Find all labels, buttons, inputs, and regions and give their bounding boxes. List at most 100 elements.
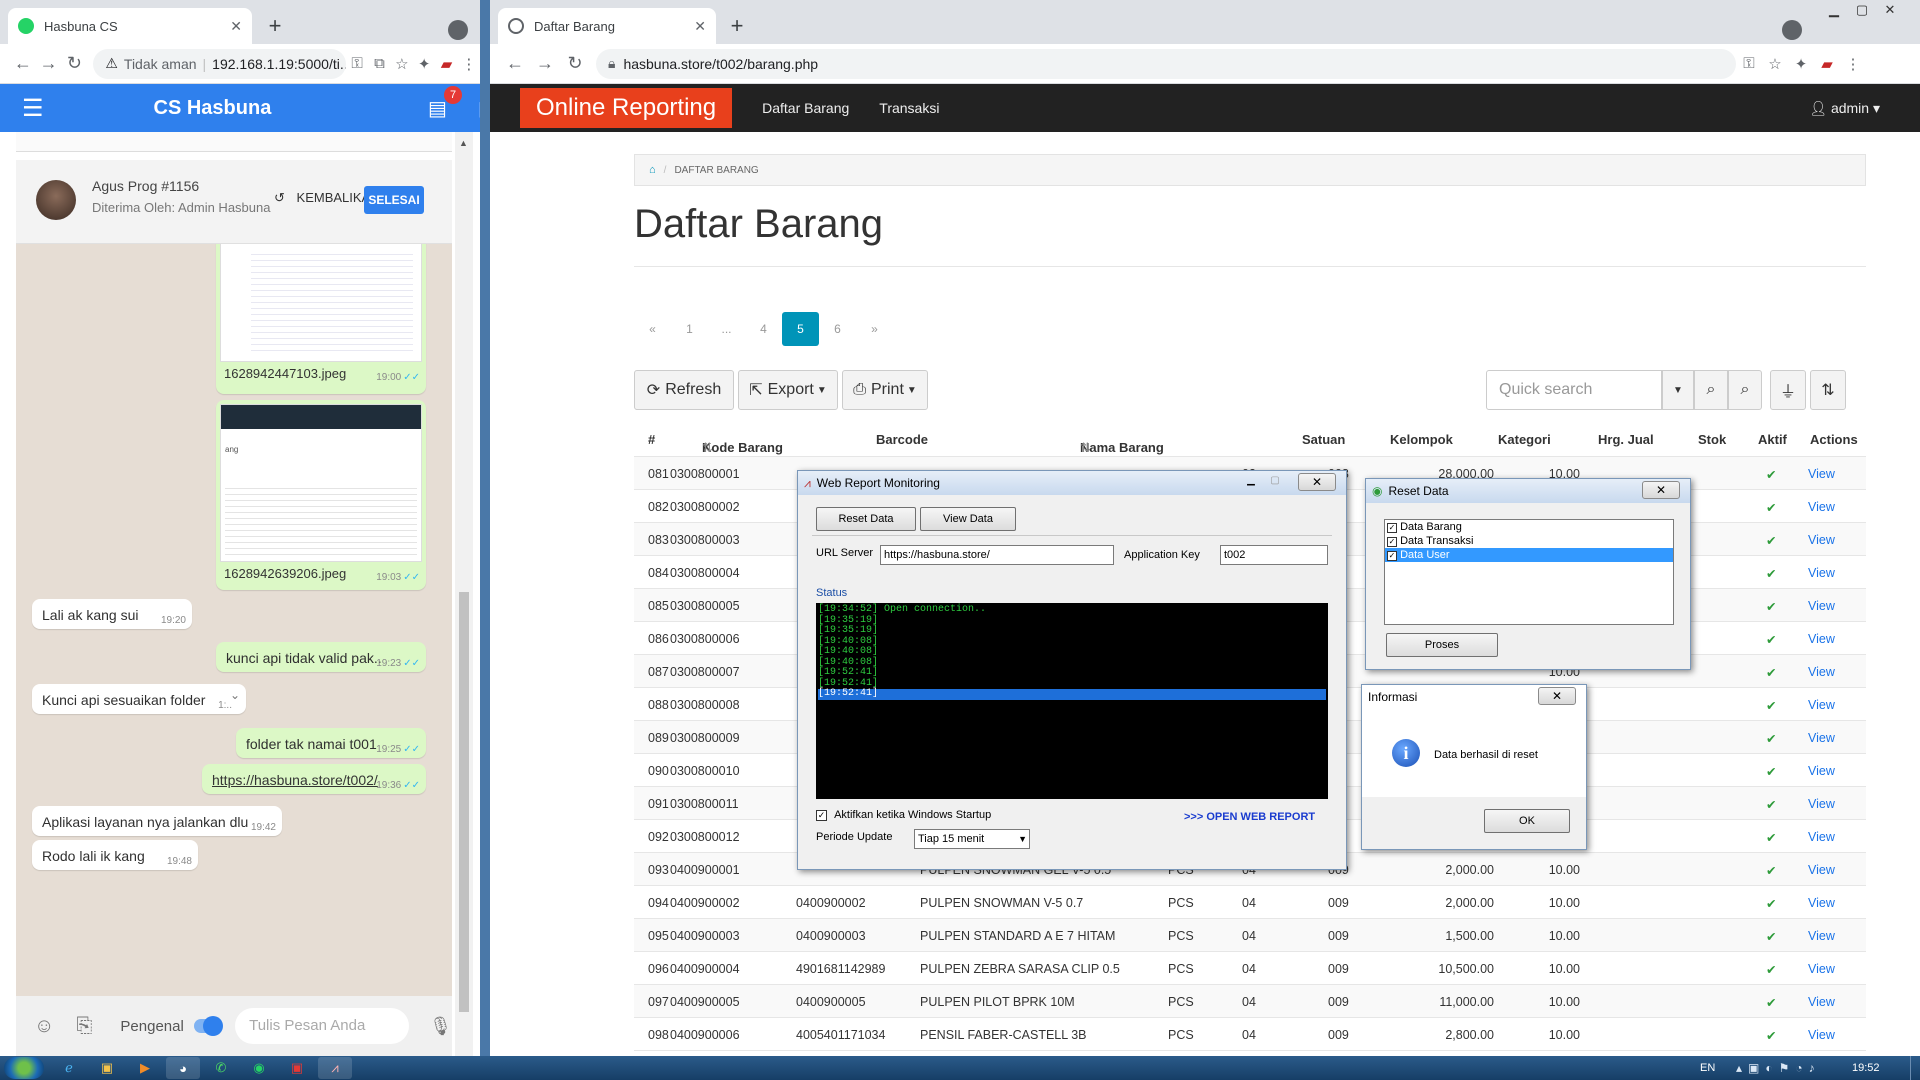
filter-button[interactable]: ⏚ [1770,370,1806,410]
menu-kebab-icon[interactable]: ⋮ [458,55,480,73]
tab-daftar-barang[interactable]: Daftar Barang ✕ [498,8,716,44]
view-link[interactable]: View [1808,896,1835,910]
scroll-up-arrow-icon[interactable]: ▲ [459,138,468,148]
chat-scrollbar[interactable]: ▲ [455,132,473,1056]
table-row[interactable]: 098 0400900006 4005401171034 PENSIL FABER-C… [634,1018,1866,1051]
forward-icon[interactable]: → [36,53,62,74]
page-5[interactable]: 5 [782,312,819,346]
finish-button[interactable]: SELESAI [364,186,424,214]
option-data-barang[interactable]: ✓ Data Barang [1385,520,1673,534]
extensions-icon[interactable]: ✦ [1788,55,1814,73]
nav-transaksi[interactable]: Transaksi [879,100,939,116]
view-link[interactable]: View [1808,698,1835,712]
view-link[interactable]: View [1808,764,1835,778]
image-thumbnail-1[interactable] [220,244,422,362]
view-link[interactable]: View [1808,500,1835,514]
extensions-icon[interactable]: ✦ [413,55,435,73]
language-indicator[interactable]: EN [1700,1062,1715,1074]
message-link[interactable]: https://hasbuna.store/t002/ [212,772,378,788]
phone-app-icon[interactable]: ✆ [204,1057,238,1079]
view-link[interactable]: View [1808,863,1835,877]
view-link[interactable]: View [1808,467,1835,481]
profile-dropdown-icon[interactable] [448,20,468,40]
scrollbar-thumb[interactable] [459,592,469,1012]
open-web-report-link[interactable]: >>> OPEN WEB REPORT [1184,811,1315,823]
search-button[interactable]: ⌕ [1694,370,1728,410]
nav-daftar-barang[interactable]: Daftar Barang [762,100,849,116]
key-icon[interactable]: ⚿ [1736,55,1762,72]
back-icon[interactable]: ← [10,53,36,74]
new-tab-button[interactable]: + [724,14,750,40]
identity-toggle[interactable] [193,1016,224,1036]
address-bar[interactable]: 🔒︎ hasbuna.store/t002/barang.php [596,48,1736,79]
bookmark-star-icon[interactable]: ☆ [391,55,413,73]
view-link[interactable]: View [1808,731,1835,745]
extension-app-icon[interactable]: ▰ [435,55,457,73]
whatsapp-icon[interactable]: ◉ [242,1057,276,1079]
brand-logo[interactable]: Online Reporting [520,88,733,128]
process-button[interactable]: Proses [1386,633,1498,657]
page-6[interactable]: 6 [819,312,856,346]
monitoring-app-icon[interactable]: ⩘ [318,1057,352,1079]
maximize-icon[interactable]: ▢ [1848,0,1876,20]
message-input[interactable]: Tulis Pesan Anda [235,1008,410,1044]
page-4[interactable]: 4 [745,312,782,346]
media-player-icon[interactable]: ▶ [128,1057,162,1079]
close-window-icon[interactable]: ✕ [1298,473,1336,491]
tray-icons[interactable]: ▴▣◐⚑◔♪ [1736,1061,1821,1075]
image-message-2[interactable]: ang 1628942639206.jpeg 19:03 ✓✓ [216,400,426,590]
close-tab-icon[interactable]: ✕ [694,18,706,35]
hamburger-menu-icon[interactable]: ☰ [22,94,44,123]
option-data-user[interactable]: ✓ Data User [1385,548,1673,562]
print-button[interactable]: ⎙ Print ▼ [842,370,928,410]
reload-icon[interactable]: ↻ [62,53,88,74]
minimize-icon[interactable]: ▁ [1240,475,1262,486]
key-icon[interactable]: ⚿ [346,55,368,72]
close-tab-icon[interactable]: ✕ [230,18,242,35]
store-icon[interactable]: ▦ [478,96,480,121]
explorer-icon[interactable]: ▣ [90,1057,124,1079]
chat-icon[interactable]: ▤ [428,96,447,121]
translate-icon[interactable]: ⧉ [368,55,390,72]
view-link[interactable]: View [1808,632,1835,646]
view-link[interactable]: View [1808,566,1835,580]
period-select[interactable]: Tiap 15 menit ▼ [914,829,1030,849]
view-data-button[interactable]: View Data [920,507,1016,531]
tab-hasbuna-cs[interactable]: Hasbuna CS ✕ [8,8,252,44]
table-row[interactable]: 095 0400900003 0400900003 PULPEN STANDARD A… [634,919,1866,952]
home-icon[interactable]: ⌂ [649,164,656,176]
url-input[interactable]: https://hasbuna.store/ [880,545,1114,565]
table-row[interactable]: 094 0400900002 0400900002 PULPEN SNOWMAN V-… [634,886,1866,919]
page-next[interactable]: » [856,312,893,346]
user-menu[interactable]: 👤︎ admin ▾ [1809,100,1880,117]
attach-icon[interactable]: ⎘ [76,1015,92,1038]
microphone-icon[interactable]: 🎙 [429,1016,452,1037]
startup-checkbox[interactable]: ✓ Aktifkan ketika Windows Startup [816,809,991,821]
image-thumbnail-2[interactable]: ang [220,404,422,562]
close-window-icon[interactable]: ✕ [1642,481,1680,499]
image-message-1[interactable]: 1628942447103.jpeg 19:00 ✓✓ [216,244,426,394]
profile-dropdown-icon[interactable] [1782,20,1802,40]
status-log[interactable]: [19:34:52] Open connection.. [19:35:19] [1… [816,603,1328,799]
new-tab-button[interactable]: + [262,14,288,40]
view-link[interactable]: View [1808,1028,1835,1042]
option-data-transaksi[interactable]: ✓ Data Transaksi [1385,534,1673,548]
menu-kebab-icon[interactable]: ⋮ [1840,55,1866,73]
start-button[interactable] [4,1057,44,1079]
back-icon[interactable]: ← [500,53,530,74]
export-button[interactable]: ⇱ Export ▼ [738,370,838,410]
view-link[interactable]: View [1808,599,1835,613]
table-row[interactable]: 097 0400900005 0400900005 PULPEN PILOT BPRK… [634,985,1866,1018]
minimize-icon[interactable]: ▁ [1820,0,1848,20]
table-row[interactable]: 096 0400900004 4901681142989 PULPEN ZEBRA S… [634,952,1866,985]
app-red-icon[interactable]: ▣ [280,1057,314,1079]
extension-app-icon[interactable]: ▰ [1814,55,1840,73]
chrome-icon[interactable]: ◕ [166,1057,200,1079]
address-bar[interactable]: ⚠ Tidak aman | 192.168.1.19:5000/ti... [93,48,346,79]
page-prev[interactable]: « [634,312,671,346]
emoji-icon[interactable]: ☺ [34,1015,54,1038]
show-desktop-button[interactable] [1910,1056,1920,1080]
view-link[interactable]: View [1808,929,1835,943]
page-1[interactable]: 1 [671,312,708,346]
sort-button[interactable]: ⇅ [1810,370,1846,410]
